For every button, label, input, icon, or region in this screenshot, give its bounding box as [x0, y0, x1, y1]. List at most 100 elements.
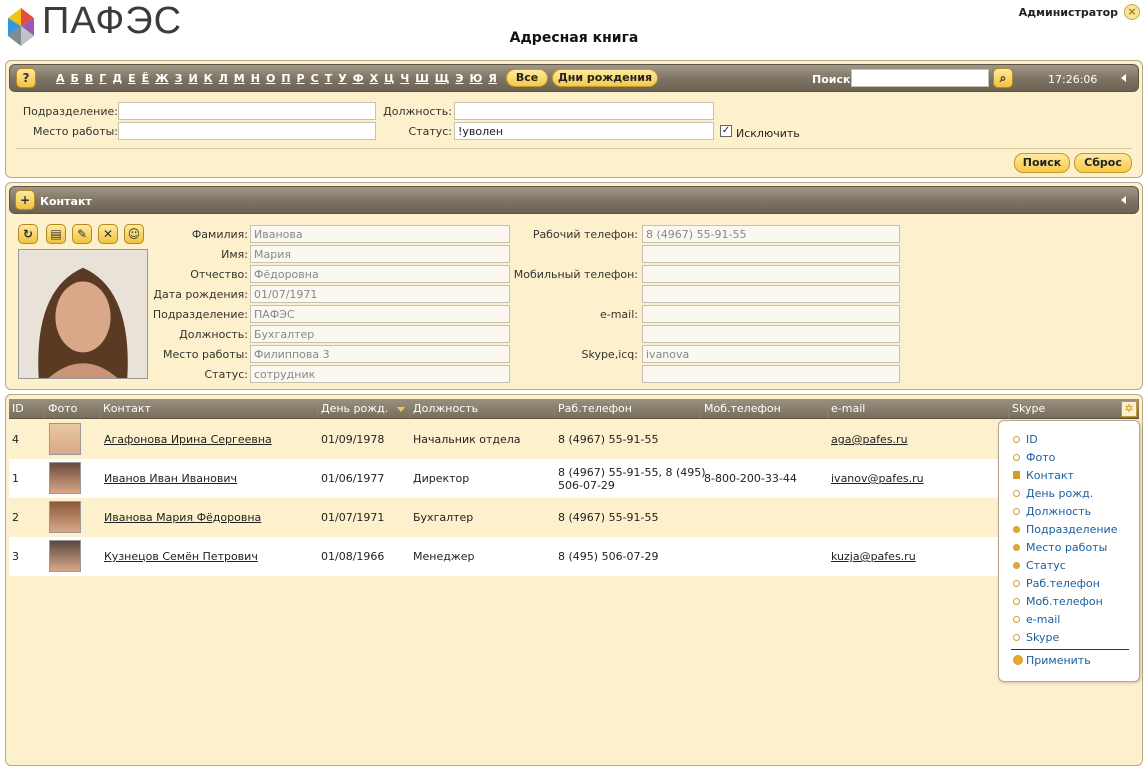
letter-link[interactable]: Э — [455, 72, 463, 85]
letter-link[interactable]: Ё — [142, 72, 150, 85]
search-icon[interactable]: ⌕ — [993, 68, 1013, 88]
letter-link[interactable]: Ф — [353, 72, 364, 85]
table-row[interactable]: 4 Агафонова Ирина Сергеевна 01/09/1978 Н… — [9, 420, 1004, 459]
letter-link[interactable]: Е — [128, 72, 136, 85]
letter-link[interactable]: Н — [251, 72, 260, 85]
skype-field[interactable]: ivanova — [642, 345, 900, 363]
delete-icon[interactable]: ✕ — [98, 224, 118, 244]
email-link[interactable]: aga@pafes.ru — [831, 433, 908, 446]
letter-link[interactable]: Л — [219, 72, 228, 85]
letter-link[interactable]: П — [281, 72, 290, 85]
help-button[interactable]: ? — [16, 68, 36, 88]
letter-link[interactable]: Я — [488, 72, 496, 85]
column-option[interactable]: День рожд. — [1013, 487, 1093, 500]
col-birthday[interactable]: День рожд. — [317, 402, 409, 418]
refresh-icon[interactable]: ↻ — [18, 224, 38, 244]
letter-link[interactable]: З — [175, 72, 183, 85]
column-option[interactable]: Фото — [1013, 451, 1055, 464]
letter-link[interactable]: Т — [325, 72, 333, 85]
letter-link[interactable]: С — [311, 72, 319, 85]
contact-link[interactable]: Иванов Иван Иванович — [104, 472, 237, 485]
table-row[interactable]: 3 Кузнецов Семён Петрович 01/08/1966 Мен… — [9, 537, 1004, 576]
column-option[interactable]: Моб.телефон — [1013, 595, 1103, 608]
letter-link[interactable]: Г — [99, 72, 106, 85]
letter-link[interactable]: Б — [71, 72, 79, 85]
letter-link[interactable]: Ш — [415, 72, 429, 85]
mobile-field[interactable] — [642, 265, 900, 283]
dept-field[interactable] — [118, 102, 376, 120]
contact-link[interactable]: Иванова Мария Фёдоровна — [104, 511, 261, 524]
letter-link[interactable]: Ж — [155, 72, 168, 85]
email-link[interactable]: kuzja@pafes.ru — [831, 550, 916, 563]
position-field[interactable] — [454, 102, 714, 120]
work_phone-field[interactable]: 8 (4967) 55-91-55 — [642, 225, 900, 243]
contact-link[interactable]: Кузнецов Семён Петрович — [104, 550, 258, 563]
collapse-icon[interactable] — [1121, 74, 1126, 82]
edit-icon[interactable]: ✎ — [72, 224, 92, 244]
column-option[interactable]: Skype — [1013, 631, 1059, 644]
work-field[interactable]: Филиппова 3 — [250, 345, 510, 363]
birthdays-button[interactable]: Дни рождения — [552, 69, 658, 87]
extra-field[interactable] — [642, 325, 900, 343]
logout-icon[interactable]: × — [1124, 4, 1140, 20]
search-input[interactable] — [851, 69, 989, 87]
extra-field[interactable] — [642, 245, 900, 263]
letter-link[interactable]: Ю — [469, 72, 482, 85]
all-button[interactable]: Все — [506, 69, 548, 87]
column-option[interactable]: Статус — [1013, 559, 1066, 572]
user-name[interactable]: Администратор — [1019, 6, 1118, 19]
column-option[interactable]: ID — [1013, 433, 1038, 446]
col-skype[interactable]: Skype — [1008, 402, 1045, 418]
column-option[interactable]: e-mail — [1013, 613, 1060, 626]
middle-field[interactable]: Фёдоровна — [250, 265, 510, 283]
column-option[interactable]: Подразделение — [1013, 523, 1117, 536]
work-field[interactable] — [118, 122, 376, 140]
letter-link[interactable]: Ч — [400, 72, 409, 85]
position-field[interactable]: Бухгалтер — [250, 325, 510, 343]
letter-link[interactable]: О — [266, 72, 275, 85]
column-option[interactable]: Должность — [1013, 505, 1091, 518]
column-option[interactable]: Место работы — [1013, 541, 1107, 554]
col-email[interactable]: e-mail — [827, 402, 865, 418]
contact-link[interactable]: Агафонова Ирина Сергеевна — [104, 433, 272, 446]
dept-field[interactable]: ПАФЭС — [250, 305, 510, 323]
email-link[interactable]: ivanov@pafes.ru — [831, 472, 924, 485]
table-row[interactable]: 1 Иванов Иван Иванович 01/06/1977 Директ… — [9, 459, 1004, 498]
collapse-icon[interactable] — [1121, 196, 1126, 204]
first-field[interactable]: Мария — [250, 245, 510, 263]
birth-field[interactable]: 01/07/1971 — [250, 285, 510, 303]
column-option[interactable]: Контакт — [1013, 469, 1074, 482]
letter-link[interactable]: Щ — [435, 72, 450, 85]
col-position[interactable]: Должность — [409, 402, 478, 418]
letter-link[interactable]: М — [234, 72, 245, 85]
email-field[interactable] — [642, 305, 900, 323]
column-option[interactable]: Раб.телефон — [1013, 577, 1100, 590]
letter-link[interactable]: Р — [297, 72, 305, 85]
letter-link[interactable]: И — [188, 72, 197, 85]
reset-button[interactable]: Сброс — [1074, 153, 1132, 173]
letter-link[interactable]: К — [204, 72, 213, 85]
letter-link[interactable]: Ц — [384, 72, 394, 85]
letter-link[interactable]: В — [85, 72, 93, 85]
status-field[interactable]: !уволен — [454, 122, 714, 140]
col-photo[interactable]: Фото — [44, 402, 77, 418]
extra-field[interactable] — [642, 365, 900, 383]
col-id[interactable]: ID — [9, 402, 24, 418]
letter-link[interactable]: А — [56, 72, 65, 85]
col-work-phone[interactable]: Раб.телефон — [554, 402, 632, 418]
table-row[interactable]: 2 Иванова Мария Фёдоровна 01/07/1971 Бух… — [9, 498, 1004, 537]
status-field[interactable]: сотрудник — [250, 365, 510, 383]
add-contact-icon[interactable]: + — [15, 190, 35, 210]
col-mobile[interactable]: Моб.телефон — [700, 402, 781, 418]
exclude-checkbox[interactable]: ✓ — [720, 125, 732, 137]
last-field[interactable]: Иванова — [250, 225, 510, 243]
letter-link[interactable]: Х — [370, 72, 378, 85]
print-icon[interactable]: ▤ — [46, 224, 66, 244]
letter-link[interactable]: Д — [112, 72, 122, 85]
col-contact[interactable]: Контакт — [99, 402, 151, 418]
extra-field[interactable] — [642, 285, 900, 303]
column-settings-gear-icon[interactable]: ✲ — [1121, 401, 1137, 417]
search-button[interactable]: Поиск — [1014, 153, 1070, 173]
letter-link[interactable]: У — [338, 72, 346, 85]
apply-button[interactable]: Применить — [1013, 654, 1091, 667]
